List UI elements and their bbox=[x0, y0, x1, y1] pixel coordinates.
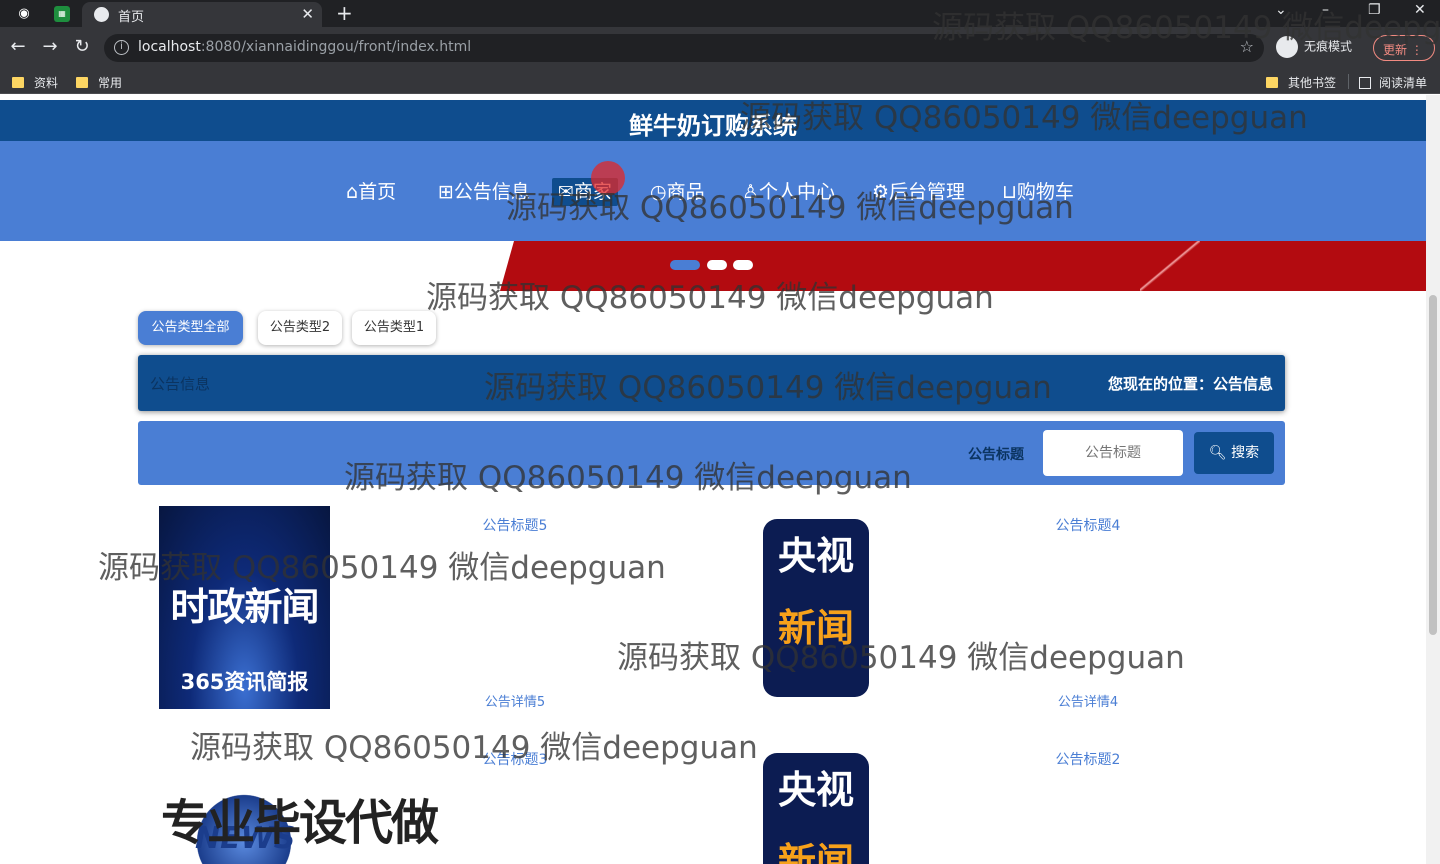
site-title: 鲜牛奶订购系统 bbox=[629, 112, 797, 140]
gift-icon: ⊞ bbox=[438, 181, 454, 203]
mail-icon: ✉ bbox=[558, 181, 574, 203]
nav-item-cart[interactable]: ⊔购物车 bbox=[996, 178, 1080, 206]
mouse-cursor-highlight bbox=[591, 161, 625, 195]
thumbnail-caption: 专业毕设代做 bbox=[161, 795, 439, 851]
site-header: 鲜牛奶订购系统 bbox=[0, 100, 1426, 141]
back-icon[interactable]: ← bbox=[6, 36, 30, 57]
news-title-2[interactable]: 公告标题4 bbox=[1018, 515, 1158, 535]
search-input[interactable] bbox=[1043, 430, 1183, 476]
bookmark-folder-0[interactable]: 资料 bbox=[12, 74, 58, 91]
main-nav: ⌂首页 ⊞公告信息 ✉商家 ◷商品 ♙个人中心 ⚙后台管理 ⊔购物车 bbox=[0, 141, 1426, 241]
carousel-dot-3[interactable] bbox=[733, 260, 753, 270]
nav-item-products[interactable]: ◷商品 bbox=[644, 178, 711, 206]
news-title-1[interactable]: 公告标题5 bbox=[445, 515, 585, 535]
nav-item-notices[interactable]: ⊞公告信息 bbox=[432, 178, 536, 206]
search-button[interactable]: 🔍︎ 搜索 bbox=[1194, 432, 1274, 474]
reading-list-icon bbox=[1359, 77, 1371, 89]
tab-title: 首页 bbox=[118, 10, 145, 25]
tab-search-chevron-icon[interactable]: ⌄ bbox=[1275, 2, 1287, 18]
forward-icon[interactable]: → bbox=[38, 36, 62, 57]
news-thumbnail-2[interactable]: 央视 新闻 bbox=[763, 519, 869, 697]
thumbnail-caption: 时政新闻 bbox=[170, 585, 319, 629]
bookmarks-bar: 资料 常用 其他书签 阅读清单 bbox=[0, 69, 1440, 94]
user-icon: ♙ bbox=[742, 181, 760, 203]
minimize-icon[interactable]: – bbox=[1322, 2, 1329, 18]
banner-image bbox=[500, 241, 1426, 291]
bookmark-folder-1[interactable]: 常用 bbox=[76, 74, 122, 91]
news-title-3[interactable]: 公告标题3 bbox=[445, 749, 585, 769]
section-title: 公告信息 bbox=[150, 375, 211, 393]
bookmark-star-icon[interactable]: ☆ bbox=[1240, 37, 1254, 56]
search-icon: 🔍︎ bbox=[1208, 445, 1227, 461]
thumbnail-subcaption: 365资讯简报 bbox=[180, 670, 309, 694]
search-label: 公告标题 bbox=[968, 447, 1024, 463]
window-close-icon[interactable]: ✕ bbox=[1414, 2, 1426, 18]
nav-item-admin[interactable]: ⚙后台管理 bbox=[866, 178, 971, 206]
url-text: localhost:8080/xiannaidinggou/front/inde… bbox=[138, 39, 472, 55]
clock-icon: ◷ bbox=[650, 181, 667, 203]
category-type-1[interactable]: 公告类型1 bbox=[352, 311, 436, 345]
page-viewport: 鲜牛奶订购系统 ⌂首页 ⊞公告信息 ✉商家 ◷商品 ♙个人中心 ⚙后台管理 ⊔购… bbox=[0, 95, 1440, 864]
thumbnail-subcaption: 新闻 bbox=[777, 840, 854, 864]
bookmark-separator bbox=[1348, 74, 1349, 89]
banner-decoration bbox=[1140, 241, 1200, 291]
category-type-2[interactable]: 公告类型2 bbox=[258, 311, 342, 345]
news-title-4[interactable]: 公告标题2 bbox=[1018, 749, 1158, 769]
incognito-indicator[interactable]: 无痕模式 bbox=[1276, 36, 1352, 58]
page-scrollbar[interactable] bbox=[1426, 95, 1440, 864]
sheets-app-icon[interactable]: ▦ bbox=[54, 6, 70, 22]
thumbnail-caption: 央视 bbox=[777, 534, 854, 578]
thumbnail-caption: 央视 bbox=[777, 768, 854, 812]
browser-menu-icon[interactable]: ◉ bbox=[14, 4, 34, 24]
carousel-dot-1[interactable] bbox=[670, 260, 700, 270]
carousel-dot-2[interactable] bbox=[707, 260, 727, 270]
news-detail-1[interactable]: 公告详情5 bbox=[445, 691, 585, 710]
restore-icon[interactable]: ❐ bbox=[1368, 2, 1381, 18]
news-thumbnail-1[interactable]: 时政新闻 365资讯简报 bbox=[159, 506, 330, 709]
scrollbar-thumb[interactable] bbox=[1429, 295, 1437, 635]
home-icon: ⌂ bbox=[346, 181, 359, 203]
globe-icon bbox=[94, 7, 109, 22]
news-thumbnail-4[interactable]: 央视 新闻 bbox=[763, 753, 869, 864]
search-bar: 公告标题 🔍︎ 搜索 bbox=[138, 421, 1285, 485]
browser-tab-strip: ◉ ▦ 首页 ✕ + ⌄ – ❐ ✕ bbox=[0, 0, 1440, 27]
cart-icon: ⊔ bbox=[1002, 181, 1017, 203]
reload-icon[interactable]: ↻ bbox=[70, 36, 94, 57]
site-info-icon[interactable]: i bbox=[114, 40, 129, 55]
address-bar[interactable]: i localhost:8080/xiannaidinggou/front/in… bbox=[104, 34, 1264, 62]
nav-item-profile[interactable]: ♙个人中心 bbox=[736, 178, 841, 206]
folder-icon bbox=[1266, 77, 1278, 88]
category-all[interactable]: 公告类型全部 bbox=[138, 311, 243, 345]
close-tab-icon[interactable]: ✕ bbox=[301, 5, 314, 23]
thumbnail-subcaption: 新闻 bbox=[777, 606, 854, 650]
news-thumbnail-3[interactable]: NEWS 专业毕设代做 bbox=[159, 771, 459, 864]
address-toolbar: ← → ↻ i localhost:8080/xiannaidinggou/fr… bbox=[0, 27, 1440, 69]
tab-home[interactable]: 首页 ✕ bbox=[82, 2, 322, 27]
incognito-icon bbox=[1276, 36, 1298, 58]
other-bookmarks[interactable]: 其他书签 bbox=[1266, 74, 1336, 91]
breadcrumb: 公告信息 您现在的位置：公告信息 bbox=[138, 355, 1285, 411]
reading-list[interactable]: 阅读清单 bbox=[1359, 74, 1427, 91]
update-button[interactable]: 更新 ⋮ bbox=[1373, 35, 1435, 61]
nav-item-home[interactable]: ⌂首页 bbox=[340, 178, 402, 206]
folder-icon bbox=[76, 77, 88, 88]
current-location: 您现在的位置：公告信息 bbox=[1107, 375, 1273, 393]
settings-icon: ⚙ bbox=[872, 181, 890, 203]
folder-icon bbox=[12, 77, 24, 88]
new-tab-icon[interactable]: + bbox=[336, 1, 353, 25]
news-detail-2[interactable]: 公告详情4 bbox=[1018, 691, 1158, 710]
